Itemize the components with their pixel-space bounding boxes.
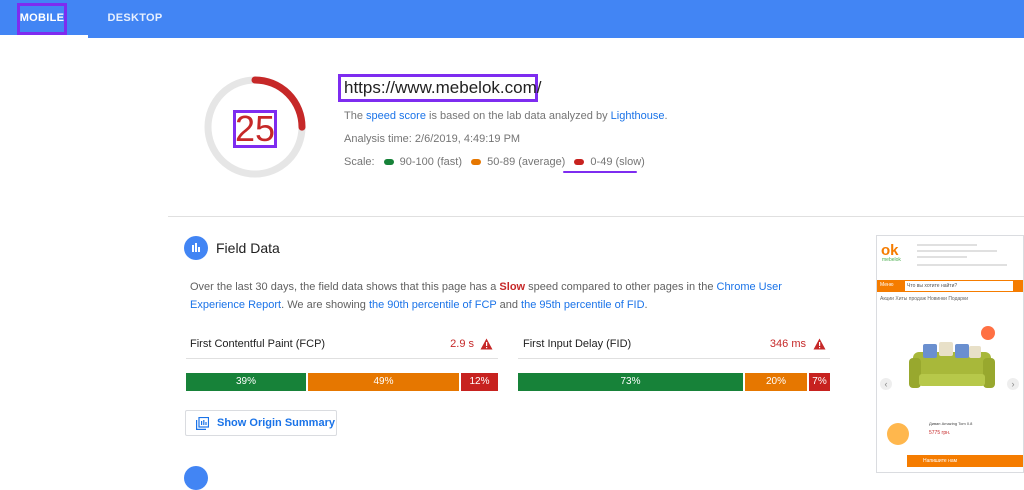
chevron-left-icon: ‹	[880, 378, 892, 390]
fcp-percentile-link[interactable]: the 90th percentile of FCP	[369, 299, 497, 311]
fd-text: Over the last 30 days, the field data sh…	[190, 281, 500, 293]
fid-slow-segment: 7%	[809, 373, 830, 391]
score-value: 25	[234, 108, 276, 149]
show-origin-summary-button[interactable]: Show Origin Summary	[185, 410, 337, 436]
fid-label: First Input Delay (FID)	[523, 338, 632, 350]
fid-percentile-link[interactable]: the 95th percentile of FID	[521, 299, 645, 311]
thumbnail-text-line	[917, 244, 977, 246]
scale-average: 50-89 (average)	[487, 156, 566, 168]
fid-fast-segment: 73%	[518, 373, 743, 391]
fcp-distribution-bar: 39% 49% 12%	[186, 373, 498, 391]
fid-average-segment: 20%	[745, 373, 807, 391]
section-divider	[168, 216, 1024, 217]
desc-text: The	[344, 110, 367, 122]
next-section-icon	[184, 466, 208, 490]
fid-divider	[518, 358, 830, 359]
scale-slow: 0-49 (slow)	[590, 156, 645, 168]
page-screenshot-thumbnail: ok mebelok Меню Что вы хотите найти? Акц…	[876, 235, 1024, 473]
fcp-slow-segment: 12%	[461, 373, 498, 391]
warning-icon	[480, 338, 493, 350]
thumbnail-search: Что вы хотите найти?	[905, 281, 1013, 291]
thumbnail-tabs-text: Акции Хиты продаж Новинки Подарки	[880, 296, 969, 302]
warning-icon	[813, 338, 826, 350]
slow-scale-underline	[563, 171, 637, 173]
thumbnail-caption: Диван Amazing Tom 0.8	[929, 421, 973, 426]
show-origin-summary-label: Show Origin Summary	[217, 417, 335, 429]
field-data-icon	[184, 236, 208, 260]
fast-swatch	[383, 158, 394, 165]
fcp-divider	[186, 358, 498, 359]
thumbnail-callback-badge	[887, 423, 909, 445]
top-bar: MOBILE DESKTOP	[0, 0, 1024, 38]
field-data-description: Over the last 30 days, the field data sh…	[190, 278, 830, 314]
score-scale: Scale: 90-100 (fast) 50-89 (average) 0-4…	[344, 156, 645, 168]
thumbnail-tabs: Акции Хиты продаж Новинки Подарки	[877, 296, 1023, 302]
sofa-image	[909, 342, 995, 388]
origin-summary-icon	[196, 417, 209, 430]
thumbnail-text-line	[917, 250, 997, 252]
active-tab-indicator	[0, 35, 88, 38]
thumbnail-text-line	[917, 256, 967, 258]
fid-value: 346 ms	[769, 338, 806, 350]
fd-text: .	[644, 299, 648, 311]
thumbnail-chat-bar: Напишите нам	[907, 455, 1023, 467]
tab-desktop[interactable]: DESKTOP	[96, 0, 174, 38]
scale-fast: 90-100 (fast)	[399, 156, 463, 168]
fcp-value: 2.9 s	[450, 338, 474, 350]
analysis-time: Analysis time: 2/6/2019, 4:49:19 PM	[344, 133, 521, 145]
average-swatch	[471, 158, 482, 165]
lighthouse-link[interactable]: Lighthouse	[611, 110, 665, 122]
scale-label: Scale:	[344, 156, 375, 168]
fd-text: speed compared to other pages in the	[525, 281, 717, 293]
slow-label: Slow	[499, 281, 526, 293]
slow-swatch	[574, 158, 585, 165]
desc-text: is based on the lab data analyzed by	[425, 110, 611, 122]
fcp-label: First Contentful Paint (FCP)	[190, 338, 326, 350]
score-description: The speed score is based on the lab data…	[344, 110, 668, 122]
speed-score-link[interactable]: speed score	[366, 110, 426, 122]
thumbnail-text-line	[917, 264, 1007, 266]
thumbnail-logo-sub: mebelok	[882, 257, 901, 263]
page-url: https://www.mebelok.com/	[344, 78, 542, 97]
tab-mobile[interactable]: MOBILE	[14, 0, 70, 38]
desc-text: .	[664, 110, 668, 122]
fcp-average-segment: 49%	[308, 373, 459, 391]
thumbnail-menu: Меню	[880, 282, 894, 288]
fcp-fast-segment: 39%	[186, 373, 306, 391]
fid-distribution-bar: 73% 20% 7%	[518, 373, 830, 391]
chevron-right-icon: ›	[1007, 378, 1019, 390]
fd-text: and	[496, 299, 522, 311]
fd-text: . We are showing	[281, 299, 369, 311]
field-data-title: Field Data	[216, 240, 280, 256]
thumbnail-price: 5775 грн.	[929, 430, 951, 436]
